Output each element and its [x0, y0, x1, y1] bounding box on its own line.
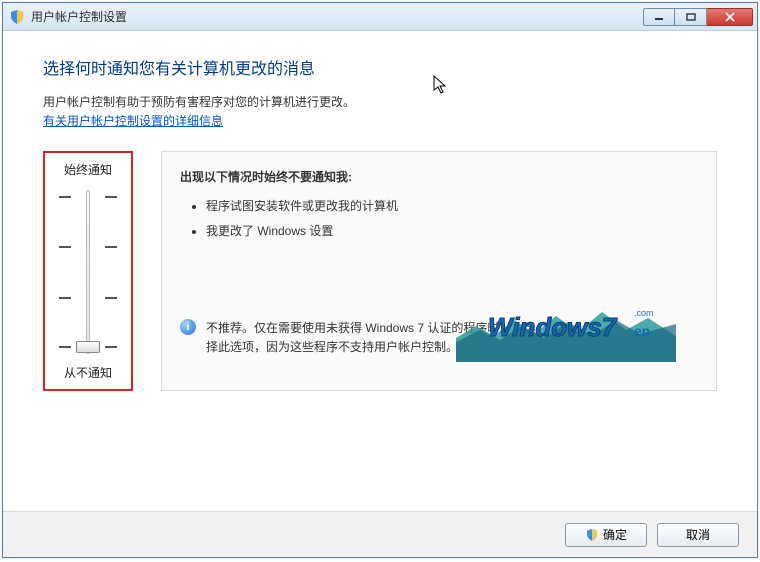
page-heading: 选择何时通知您有关计算机更改的消息 — [43, 55, 717, 79]
panel-bullet-list: 程序试图安装软件或更改我的计算机 我更改了 Windows 设置 — [206, 197, 698, 239]
slider-bottom-label: 从不通知 — [64, 364, 112, 381]
recommendation-row: i 不推荐。仅在需要使用未获得 Windows 7 认证的程序时，才选择此选项，… — [180, 319, 698, 357]
minimize-button[interactable] — [643, 8, 675, 26]
panel-bullet: 程序试图安装软件或更改我的计算机 — [206, 197, 698, 214]
page-description: 用户帐户控制有助于预防有害程序对您的计算机进行更改。 — [43, 93, 717, 110]
window-buttons — [643, 8, 753, 26]
titlebar: 用户帐户控制设置 — [3, 3, 757, 31]
help-link[interactable]: 有关用户帐户控制设置的详细信息 — [43, 112, 223, 129]
recommendation-text: 不推荐。仅在需要使用未获得 Windows 7 认证的程序时，才选择此选项，因为… — [206, 319, 536, 357]
panel-title: 出现以下情况时始终不要通知我: — [180, 168, 698, 185]
level-description-panel: 出现以下情况时始终不要通知我: 程序试图安装软件或更改我的计算机 我更改了 Wi… — [161, 151, 717, 391]
notification-slider: 始终通知 从不通知 — [43, 151, 133, 391]
cancel-button[interactable]: 取消 — [657, 523, 739, 547]
ok-button-label: 确定 — [603, 526, 627, 543]
slider-top-label: 始终通知 — [64, 161, 112, 178]
maximize-button[interactable] — [675, 8, 707, 26]
slider-track[interactable] — [49, 190, 127, 354]
shield-icon — [585, 528, 599, 542]
ok-button[interactable]: 确定 — [565, 523, 647, 547]
slider-thumb[interactable] — [76, 341, 100, 353]
svg-text:.com: .com — [634, 308, 654, 318]
panel-bullet: 我更改了 Windows 设置 — [206, 222, 698, 239]
cancel-button-label: 取消 — [686, 526, 710, 543]
close-button[interactable] — [707, 8, 753, 26]
window-title: 用户帐户控制设置 — [31, 8, 643, 25]
footer: 确定 取消 — [3, 511, 757, 557]
main-area: 始终通知 从不通知 出现以下情况时始终不要通知我: 程序试图安装软件或更改我的计… — [43, 151, 717, 391]
content-area: 选择何时通知您有关计算机更改的消息 用户帐户控制有助于预防有害程序对您的计算机进… — [3, 31, 757, 511]
info-icon: i — [180, 319, 196, 335]
shield-icon — [9, 9, 25, 25]
uac-settings-window: 用户帐户控制设置 选择何时通知您有关计算机更改的消息 用户帐户控制有助于预防有害… — [2, 2, 758, 558]
